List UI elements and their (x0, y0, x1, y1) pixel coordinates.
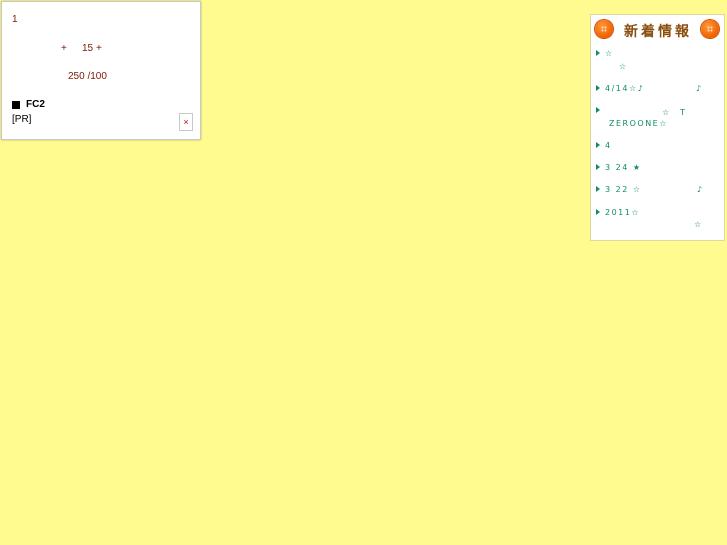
ad-number: 1 (12, 14, 18, 25)
arrow-icon (596, 142, 600, 148)
ad-plus-sign-2: + (96, 43, 102, 54)
news-item-text: 4/14☆♪ (605, 84, 645, 93)
news-item-text: ZEROONE☆ (609, 119, 668, 128)
fc2-link[interactable]: FC2 (12, 99, 45, 110)
news-item[interactable]: 3 24 ★ (596, 163, 720, 175)
news-item[interactable]: 4/14☆♪ ♪ (596, 84, 720, 96)
orange-button-icon (701, 20, 719, 38)
news-item-text: ♪ (696, 84, 703, 93)
news-item[interactable]: ☆ T ZEROONE☆ (596, 106, 720, 134)
news-item-text: ☆ (619, 62, 628, 71)
news-item-text: 2011☆ (605, 208, 641, 217)
close-button[interactable]: × (179, 113, 193, 131)
news-item[interactable]: ☆ ☆ (596, 49, 720, 77)
news-item[interactable]: 2011☆ ☆ (596, 208, 720, 236)
news-item-text: ☆ (694, 220, 703, 229)
ad-count: 15 (82, 43, 94, 54)
news-title: 新着情報 (624, 24, 692, 40)
news-item-text: ♪ (697, 185, 704, 194)
square-bullet-icon (12, 100, 20, 109)
arrow-icon (596, 50, 600, 56)
arrow-icon (596, 107, 600, 113)
news-item-text: 3 24 ★ (605, 163, 642, 172)
pr-label[interactable]: [PR] (12, 114, 31, 125)
orange-button-icon (595, 20, 613, 38)
news-item[interactable]: 4 (596, 141, 720, 153)
news-header: 新着情報 (591, 15, 724, 45)
news-panel: 新着情報 ☆ ☆ 4/14☆♪ ♪ ☆ T ZEROONE☆ 4 3 24 ★ … (590, 14, 725, 241)
ad-plus-sign: + (61, 43, 67, 54)
arrow-icon (596, 85, 600, 91)
ad-score: 250 /100 (68, 71, 107, 82)
news-item-text: 3 22 ☆ (605, 185, 642, 194)
arrow-icon (596, 209, 600, 215)
news-item[interactable]: 3 22 ☆ ♪ (596, 185, 720, 197)
arrow-icon (596, 164, 600, 170)
news-item-text: 4 (605, 141, 612, 150)
news-item-text: ☆ T (662, 108, 687, 117)
fc2-label: FC2 (26, 99, 45, 110)
arrow-icon (596, 186, 600, 192)
ad-popup: 1 + 15 + 250 /100 FC2 [PR] × (1, 1, 201, 140)
news-item-text: ☆ (605, 49, 614, 58)
